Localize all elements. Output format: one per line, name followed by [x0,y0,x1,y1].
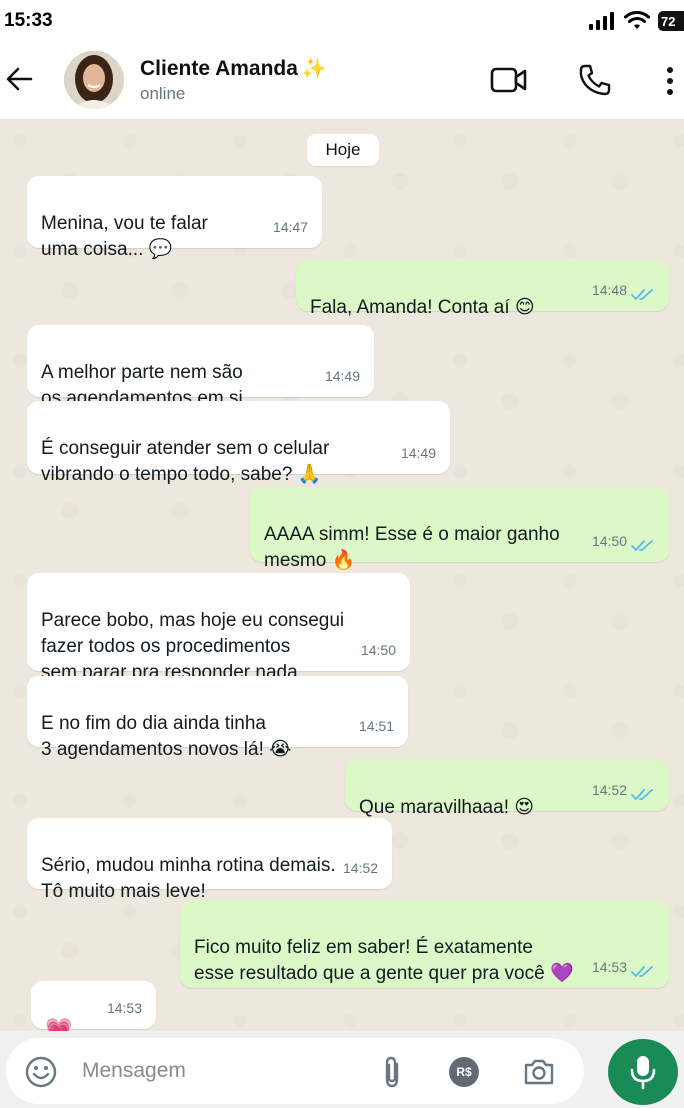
microphone-icon [630,1056,656,1090]
incoming-message[interactable]: E no fim do dia ainda tinha 3 agendament… [27,676,408,760]
read-receipt-icon [631,540,653,551]
contact-name-text: Cliente Amanda [140,57,298,80]
status-time: 15:33 [4,10,53,31]
message-text: Fala, Amanda! Conta aí 😊 [310,297,535,318]
incoming-message[interactable]: A melhor parte nem são os agendamentos e… [27,325,374,409]
contact-status: online [140,84,186,103]
outgoing-message[interactable]: Que maravilhaaa! 😍 14:52 [345,760,669,818]
incoming-message[interactable]: 💗 14:53 [31,981,156,1042]
read-receipt-icon [631,789,653,800]
date-separator: Hoje [307,134,379,166]
video-call-icon[interactable] [490,66,528,94]
message-text: Que maravilhaaa! 😍 [359,797,535,818]
outgoing-message[interactable]: Fico muito feliz em saber! É exatamente … [180,900,669,988]
incoming-message[interactable]: Sério, mudou minha rotina demais. Tô mui… [27,818,392,902]
message-placeholder: Mensagem [82,1059,186,1082]
signal-icon [589,12,614,30]
message-time: 14:48 [591,282,627,298]
voice-call-icon[interactable] [578,63,612,97]
message-time: 14:52 [342,860,378,876]
message-text: Parece bobo, mas hoje eu consegui fazer … [41,610,345,683]
message-time: 14:47 [272,219,308,235]
message-time: 14:51 [358,718,394,734]
status-bar: 15:33 72 [0,0,684,40]
status-icons: 72 [589,10,684,32]
emoji-icon[interactable] [24,1055,58,1089]
incoming-message[interactable]: Menina, vou te falar uma coisa... 💬 14:4… [27,176,322,260]
incoming-message[interactable]: Parece bobo, mas hoje eu consegui fazer … [27,573,410,683]
wifi-icon [624,11,650,29]
contact-name[interactable]: Cliente Amanda ✨ [140,56,327,81]
more-options-icon[interactable] [664,66,676,96]
message-text: Sério, mudou minha rotina demais. Tô mui… [41,855,336,902]
chat-area[interactable]: Hoje Menina, vou te falar uma coisa... 💬… [0,121,684,1042]
message-text: Fico muito feliz em saber! É exatamente … [194,937,574,984]
payment-icon[interactable]: R$ [449,1057,479,1087]
contact-avatar[interactable] [64,51,124,109]
voice-message-button[interactable] [608,1039,678,1105]
read-receipt-icon [631,289,653,300]
outgoing-message[interactable]: AAAA simm! Esse é o maior ganho mesmo 🔥 … [250,487,669,571]
read-receipt-icon [631,966,653,977]
back-arrow-icon[interactable] [4,64,34,94]
attachment-clip-icon[interactable] [378,1055,406,1089]
message-composer: Mensagem R$ [0,1031,684,1108]
sparkle-emoji: ✨ [301,58,327,80]
message-time: 14:50 [591,533,627,549]
message-text: E no fim do dia ainda tinha 3 agendament… [41,713,292,760]
message-time: 14:52 [591,782,627,798]
message-time: 14:49 [324,368,360,384]
message-input[interactable]: Mensagem R$ [6,1038,584,1104]
message-text: É conseguir atender sem o celular vibran… [41,438,330,485]
incoming-message[interactable]: É conseguir atender sem o celular vibran… [27,401,450,485]
message-time: 14:49 [400,445,436,461]
message-time: 14:50 [360,642,396,658]
message-text: Menina, vou te falar uma coisa... 💬 [41,213,208,260]
message-time: 14:53 [106,1000,142,1016]
avatar-portrait [64,51,124,109]
message-text: AAAA simm! Esse é o maior ganho mesmo 🔥 [264,524,560,571]
chat-header: Cliente Amanda ✨ online [0,40,684,120]
battery-icon: 72 [658,11,684,31]
outgoing-message[interactable]: Fala, Amanda! Conta aí 😊 14:48 [296,260,669,318]
message-time: 14:53 [591,959,627,975]
camera-icon[interactable] [522,1056,556,1088]
